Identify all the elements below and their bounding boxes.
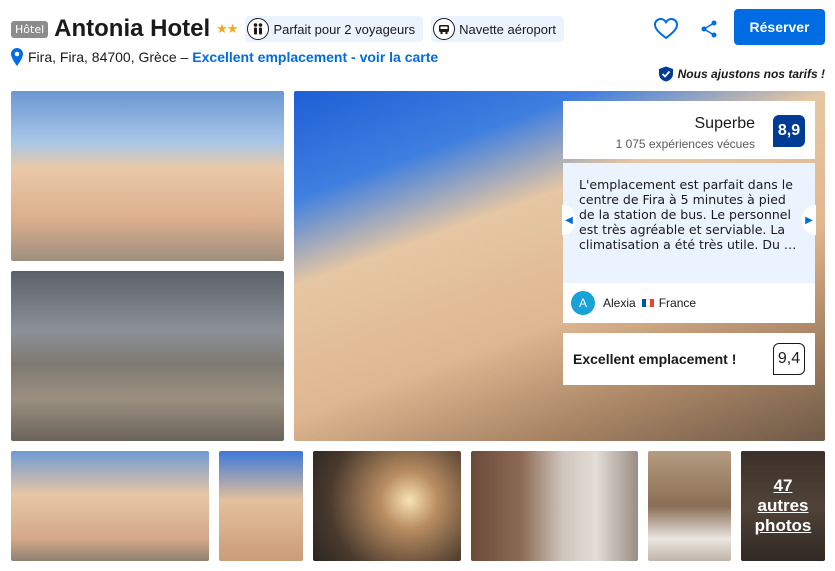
thumbnail-facade[interactable] bbox=[11, 451, 209, 561]
shield-check-icon bbox=[658, 66, 674, 82]
hotel-name: Antonia Hotel bbox=[54, 15, 211, 42]
chevron-right-icon[interactable]: ▶ bbox=[802, 205, 816, 235]
share-icon[interactable] bbox=[699, 19, 719, 39]
avatar: A bbox=[571, 291, 595, 315]
chip-label: Parfait pour 2 voyageurs bbox=[273, 21, 416, 37]
review-count: 1 075 expériences vécues bbox=[615, 137, 755, 151]
shuttle-icon bbox=[433, 18, 456, 40]
review-score-badge: 8,9 bbox=[773, 115, 805, 147]
more-photos-overlay: 47 autres photos bbox=[741, 451, 825, 561]
review-score-card[interactable]: Superbe 1 075 expériences vécues 8,9 bbox=[563, 101, 815, 159]
location-score-card[interactable]: Excellent emplacement ! 9,4 bbox=[563, 333, 815, 385]
more-photos-label: 47 autres photos bbox=[754, 476, 812, 535]
address-text: Fira, Fira, 84700, Grèce – bbox=[28, 49, 189, 65]
review-author: A Alexia France bbox=[563, 283, 815, 323]
chip-shuttle[interactable]: Navette aéroport bbox=[431, 16, 564, 42]
property-type-badge: Hôtel bbox=[11, 20, 49, 38]
map-link[interactable]: Excellent emplacement - voir la carte bbox=[192, 49, 438, 65]
review-header: Superbe 1 075 expériences vécues 8,9 bbox=[563, 101, 815, 159]
author-name: Alexia bbox=[603, 296, 636, 310]
author-country: France bbox=[658, 296, 697, 310]
chip-label: Navette aéroport bbox=[459, 21, 556, 37]
people-icon bbox=[247, 18, 270, 40]
location-score-badge: 9,4 bbox=[773, 343, 805, 375]
review-score-word: Superbe bbox=[694, 115, 756, 132]
reserve-button[interactable]: Réserver bbox=[734, 9, 825, 45]
header: Hôtel Antonia Hotel ★★ Parfait pour 2 vo… bbox=[11, 15, 572, 43]
review-text: L'emplacement est parfait dans le centre… bbox=[579, 177, 797, 252]
thumbnail-building[interactable] bbox=[219, 451, 303, 561]
location-pin-icon bbox=[11, 48, 23, 66]
star-rating: ★★ bbox=[216, 21, 238, 37]
thumbnail-bathroom[interactable] bbox=[471, 451, 638, 561]
address-row: Fira, Fira, 84700, Grèce – Excellent emp… bbox=[11, 47, 438, 67]
chip-couple[interactable]: Parfait pour 2 voyageurs bbox=[245, 16, 424, 42]
photo-shuttle-vans[interactable] bbox=[11, 271, 284, 441]
review-snippet: L'emplacement est parfait dans le centre… bbox=[562, 163, 816, 283]
location-label: Excellent emplacement ! bbox=[573, 351, 737, 367]
price-note-text: Nous ajustons nos tarifs ! bbox=[677, 67, 825, 81]
france-flag-icon bbox=[641, 299, 654, 307]
photo-hotel-facade[interactable] bbox=[11, 91, 284, 261]
price-match-note[interactable]: Nous ajustons nos tarifs ! bbox=[658, 66, 825, 82]
thumbnail-bedroom[interactable] bbox=[648, 451, 731, 561]
thumbnail-more-photos[interactable]: 47 autres photos bbox=[741, 451, 825, 561]
thumbnail-sunset[interactable] bbox=[313, 451, 461, 561]
heart-icon[interactable] bbox=[653, 16, 679, 42]
chevron-left-icon[interactable]: ◀ bbox=[562, 205, 576, 235]
